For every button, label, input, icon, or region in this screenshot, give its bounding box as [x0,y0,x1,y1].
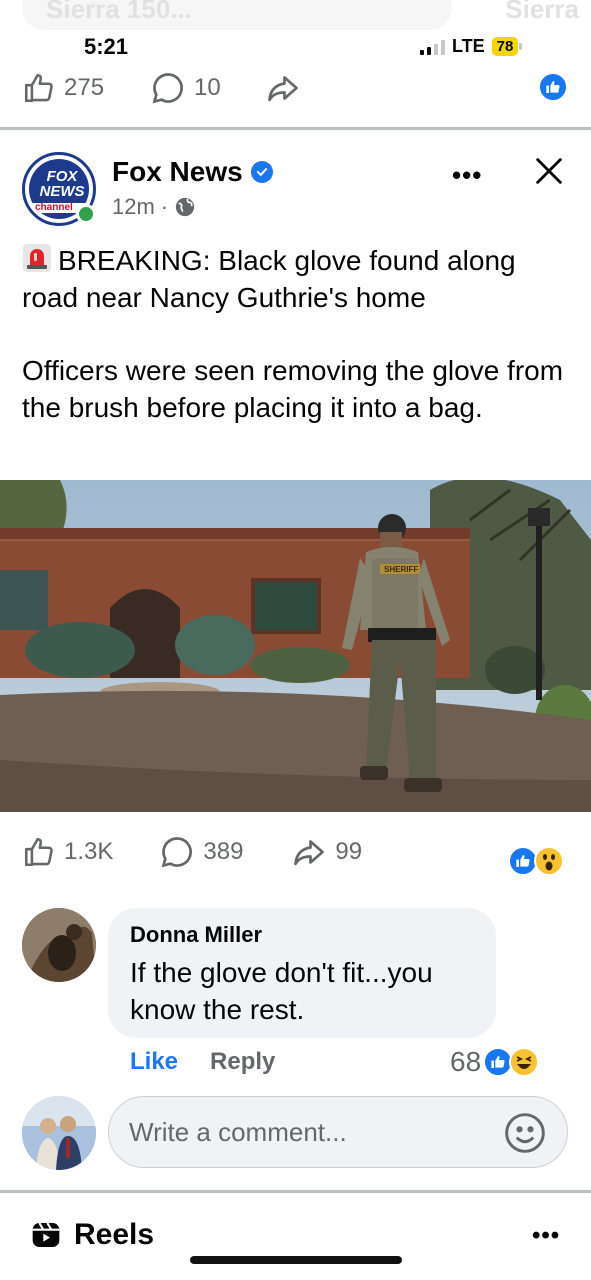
siren-icon [22,243,52,272]
ghost-right-text: Sierra [505,0,579,24]
like-reaction-icon [538,72,568,102]
share-count: 99 [335,838,363,865]
comment-bubble[interactable]: Donna Miller If the glove don't fit...yo… [108,908,496,1038]
previous-header-ghost: Sierra 150... Sierra [0,0,591,30]
status-indicators: LTE 78 [420,36,523,57]
post-headline-line: BREAKING: Black glove found along road n… [22,242,574,316]
section-divider [0,1190,591,1193]
vest-label: SHERIFF [384,565,418,574]
prev-share-button[interactable] [265,70,301,106]
comment-icon [152,73,183,104]
reels-icon [32,1222,60,1247]
avatar-band-text: channel [35,202,73,213]
like-count: 1.3K [64,838,114,865]
wow-reaction-icon [534,846,564,876]
post-time: 12m [112,194,155,219]
comment-button[interactable]: 389 [159,834,243,870]
post-photo[interactable]: SHERIFF [0,480,591,812]
comment-input[interactable] [129,1116,489,1148]
online-status-dot [76,204,96,224]
comment-reaction-count: 68 [450,1046,482,1077]
battery-level: 78 [491,37,519,56]
post-meta: 12m · [112,194,196,220]
post-headline: BREAKING: Black glove found along road n… [22,245,516,313]
network-label: LTE [452,36,485,56]
previous-post-actions: 275 10 [22,70,301,106]
home-indicator[interactable] [190,1256,402,1264]
photo-scene: SHERIFF [0,480,591,812]
avatar-logo-text: FOX NEWS [39,168,85,200]
reels-title: Reels [74,1218,155,1251]
post-text: BREAKING: Black glove found along road n… [22,242,574,426]
share-button[interactable]: 99 [291,834,362,870]
more-options-icon[interactable]: ••• [452,160,482,191]
signal-icon [420,39,445,55]
battery-icon: 78 [491,37,523,56]
page-name[interactable]: Fox News [112,156,273,188]
comment-count: 389 [203,838,244,865]
reels-header[interactable]: Reels [30,1218,154,1252]
thumbs-up-icon [24,73,53,103]
post-reactions[interactable] [508,846,564,876]
comment-icon [161,837,193,868]
prev-comment-count: 10 [194,74,221,101]
emoji-icon[interactable] [503,1111,547,1162]
comment-composer[interactable] [108,1096,568,1168]
like-button[interactable]: 1.3K [22,835,113,869]
share-icon [267,76,298,102]
share-icon [294,840,325,866]
comment-reactions[interactable]: 68 [450,1046,540,1078]
thumbs-up-icon [24,837,53,867]
comment-text: If the glove don't fit...you know the re… [130,957,433,1025]
comment-author[interactable]: Donna Miller [130,922,474,948]
comment-actions: Like Reply [130,1048,275,1076]
globe-icon [175,197,195,217]
reels-more-icon[interactable]: ••• [532,1222,560,1250]
comment-like-button[interactable]: Like [130,1048,178,1076]
verified-badge-icon [250,161,273,183]
prev-like-count: 275 [64,74,105,101]
comment-reply-button[interactable]: Reply [210,1048,275,1076]
post-body: Officers were seen removing the glove fr… [22,355,564,423]
reel-thumbnails[interactable] [0,1274,591,1280]
ghost-left-text: Sierra 150... [46,0,192,24]
status-time: 5:21 [84,34,129,59]
close-icon[interactable] [532,154,566,193]
post-divider [0,127,591,130]
page-name-label: Fox News [112,156,243,187]
my-avatar[interactable] [22,1096,96,1170]
haha-reaction-icon [509,1047,540,1077]
post-actions: 1.3K 389 99 [22,834,362,870]
prev-comment-button[interactable]: 10 [150,70,221,106]
prev-like-button[interactable]: 275 [22,71,104,105]
commenter-avatar[interactable] [22,908,96,982]
